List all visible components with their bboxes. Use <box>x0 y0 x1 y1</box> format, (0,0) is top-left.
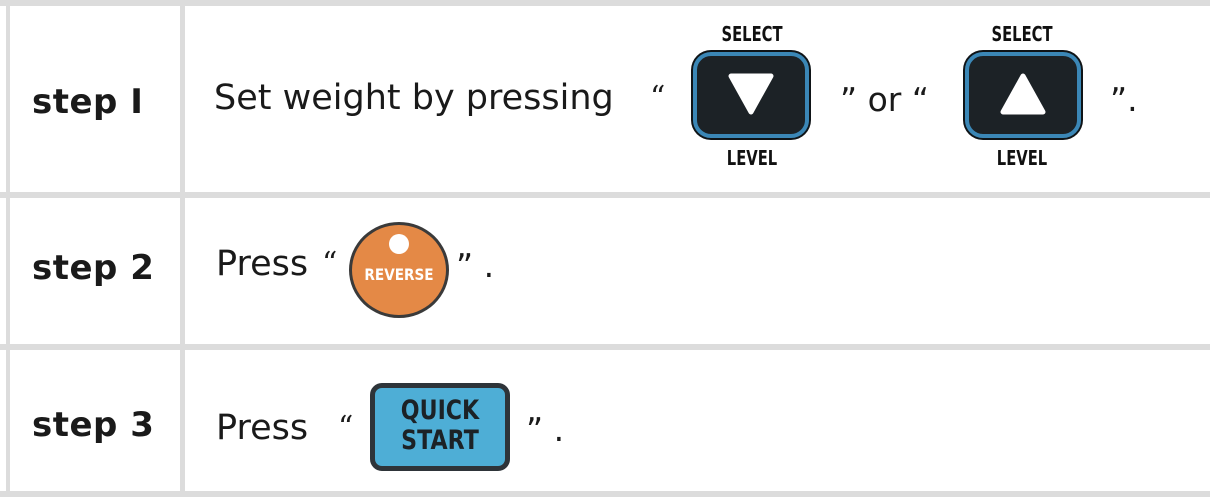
table-row-step-1: step I Set weight by pressing “ SELECT L… <box>0 0 1210 192</box>
table-row-step-2: step 2 Press “ REVERSE ” . <box>0 198 1210 344</box>
close-quote: ” . <box>456 246 495 285</box>
triangle-up-icon <box>1000 73 1046 115</box>
key-caption-top: SELECT <box>721 22 783 46</box>
quick-start-label-line1: QUICK <box>400 395 480 426</box>
open-quote: “ <box>650 80 666 115</box>
step-instruction: Press <box>216 408 309 448</box>
close-quote: ” . <box>526 410 565 449</box>
step-instruction: Press <box>216 244 309 284</box>
reverse-button: REVERSE <box>349 222 449 318</box>
quote-or: ” or “ <box>840 80 929 119</box>
quick-start-label-line2: START <box>401 425 479 456</box>
select-level-down-key <box>693 52 809 138</box>
select-level-up-key <box>965 52 1081 138</box>
step-instruction: Set weight by pressing <box>214 78 614 118</box>
close-quote: ”. <box>1110 80 1138 119</box>
open-quote: “ <box>338 410 354 445</box>
step-label: step 3 <box>32 405 155 445</box>
triangle-down-icon <box>728 73 774 115</box>
step-label: step 2 <box>32 248 155 288</box>
key-caption-bottom: LEVEL <box>726 146 778 170</box>
table-row-step-3: step 3 Press “ QUICK START ” . <box>0 350 1210 491</box>
open-quote: “ <box>322 246 338 281</box>
key-caption-top: SELECT <box>991 22 1053 46</box>
indicator-light-icon <box>389 234 409 254</box>
key-caption-bottom: LEVEL <box>996 146 1048 170</box>
steps-table: step I Set weight by pressing “ SELECT L… <box>0 0 1210 497</box>
reverse-button-label: REVERSE <box>364 265 434 284</box>
quick-start-button: QUICK START <box>370 383 510 471</box>
step-label: step I <box>32 82 144 122</box>
